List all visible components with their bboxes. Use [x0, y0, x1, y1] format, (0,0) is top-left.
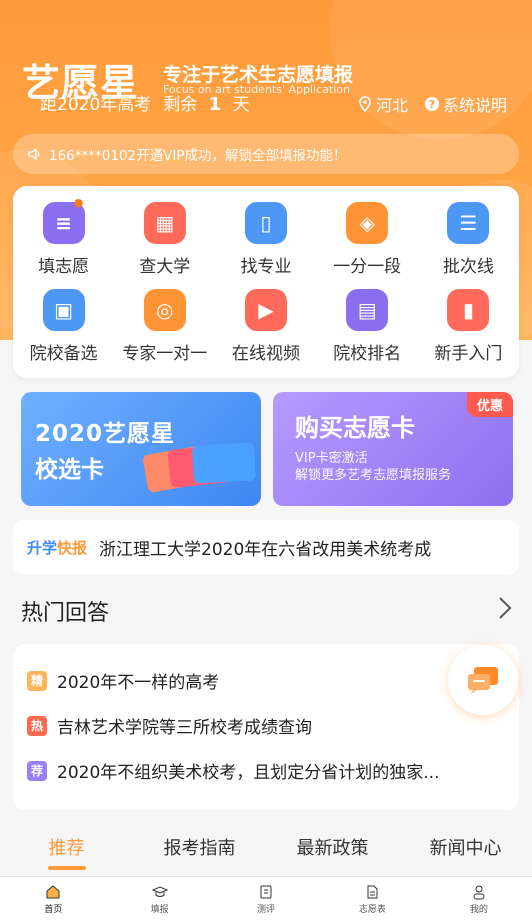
grid-item-label: 专家一对一 — [122, 344, 208, 364]
grid-item[interactable]: ◎ 专家一对一 — [114, 289, 215, 364]
fire-icon: ● — [73, 196, 84, 209]
user-icon — [473, 885, 485, 900]
location-selector[interactable]: 河北 — [358, 92, 408, 116]
countdown-remaining: 剩余 — [163, 95, 198, 115]
nav-label: 测评 — [257, 905, 276, 915]
grid-item[interactable]: ◈ 一分一段 — [317, 202, 418, 277]
grid-item-label: 查大学 — [139, 257, 191, 277]
question-icon: ? — [425, 97, 439, 111]
selection-card-banner[interactable]: 2020艺愿星 校选卡 — [21, 392, 261, 506]
qa-text: 2020年不组织美术校考，且划定分省计划的独家... — [57, 763, 440, 783]
person-card-icon: ▤ — [346, 289, 389, 331]
hot-answers-list: 精 2020年不一样的高考 热 吉林艺术学院等三所校考成绩查询 荐 2020年不… — [13, 644, 519, 810]
promo-badge: 优惠 — [466, 392, 513, 417]
grid-item[interactable]: ▣ 院校备选 — [13, 289, 114, 364]
nav-mine[interactable]: 我的 — [426, 877, 532, 922]
tab-policy[interactable]: 最新政策 — [266, 830, 399, 874]
nav-label: 填报 — [150, 905, 169, 915]
home-icon — [46, 885, 60, 899]
grid-item-label: 院校排名 — [333, 344, 402, 364]
list-item[interactable]: 热 吉林艺术学院等三所校考成绩查询 — [27, 713, 312, 738]
exam-countdown: 距2020年高考 剩余 1 天 — [40, 90, 250, 115]
location-pin-icon — [359, 96, 371, 112]
grid-item-label: 院校备选 — [29, 344, 98, 364]
video-icon: ▶ — [244, 289, 287, 331]
grid-item[interactable]: ▶ 在线视频 — [215, 289, 316, 364]
banner-left-line2: 校选卡 — [35, 457, 104, 483]
speaker-icon — [28, 147, 40, 161]
countdown-prefix: 距2020年高考 — [40, 95, 152, 115]
banner-right-line2: 解锁更多艺考志愿填报服务 — [295, 468, 452, 483]
book-icon: ▯ — [244, 202, 287, 244]
qa-badge: 精 — [27, 670, 47, 691]
banner-left-line1: 2020艺愿星 — [35, 421, 176, 447]
countdown-unit: 天 — [232, 95, 250, 115]
chevron-right-icon[interactable] — [498, 596, 512, 626]
phone-icon: ▮ — [447, 289, 490, 331]
tab-recommend[interactable]: 推荐 — [0, 830, 133, 874]
news-tag-b: 快报 — [57, 538, 88, 557]
qa-badge: 荐 — [27, 760, 47, 781]
bottom-nav: 首页 填报 测评 志愿表 我的 — [0, 876, 532, 922]
banner-right-title: 购买志愿卡 — [295, 414, 415, 442]
feature-grid: ≡ 填志愿 ● ▦ 查大学 ▯ 找专业 ◈ 一分一段 ☰ 批次线 ▣ 院校备选 ◎ 专家一对一 ▶ 在线视频 ▤ 院… — [13, 186, 519, 378]
nav-label: 志愿表 — [358, 905, 386, 915]
card-illustration — [192, 442, 256, 484]
notice-bar[interactable]: 166****0102开通VIP成功，解锁全部填报功能！ — [13, 134, 519, 174]
list-item[interactable]: 精 2020年不一样的高考 — [27, 668, 219, 693]
grid-item-label: 找专业 — [240, 257, 292, 277]
news-ticker[interactable]: 升学快报 浙江理工大学2020年在六省改用美术统考成 — [13, 520, 519, 574]
qa-text: 2020年不一样的高考 — [57, 673, 220, 693]
news-tag: 升学快报 — [27, 537, 87, 558]
form-icon — [367, 885, 378, 899]
chat-bubble-icon — [468, 667, 498, 694]
nav-home[interactable]: 首页 — [0, 877, 106, 922]
document-icon — [260, 885, 272, 899]
news-text: 浙江理工大学2020年在六省改用美术统考成 — [99, 539, 432, 560]
graduation-cap-icon — [151, 886, 168, 897]
nav-label: 首页 — [44, 905, 63, 915]
grid-item[interactable]: ≡ 填志愿 ● — [13, 196, 114, 277]
grid-item[interactable]: ▯ 找专业 — [215, 202, 316, 277]
chat-button[interactable] — [448, 645, 518, 715]
tab-news[interactable]: 新闻中心 — [399, 830, 532, 874]
qa-badge: 热 — [27, 715, 47, 736]
help-label: 系统说明 — [443, 96, 508, 115]
grid-item[interactable]: ▤ 院校排名 — [317, 289, 418, 364]
content-tabs: 推荐 报考指南 最新政策 新闻中心 — [0, 830, 532, 874]
nav-form[interactable]: 志愿表 — [319, 877, 425, 922]
grid-item-label: 新手入门 — [434, 344, 503, 364]
grid-item[interactable]: ▮ 新手入门 — [418, 289, 519, 364]
grid-item-label: 批次线 — [442, 257, 494, 277]
nav-label: 我的 — [469, 905, 488, 915]
notice-text: 166****0102开通VIP成功，解锁全部填报功能！ — [49, 148, 347, 164]
list-item[interactable]: 荐 2020年不组织美术校考，且划定分省计划的独家... — [27, 758, 439, 783]
grid-item-label: 填志愿 — [38, 257, 90, 277]
location-label: 河北 — [376, 96, 409, 115]
nav-apply[interactable]: 填报 — [106, 877, 212, 922]
grid-item-label: 一分一段 — [333, 257, 402, 277]
system-help[interactable]: ? 系统说明 — [425, 92, 507, 116]
headset-icon: ◎ — [143, 289, 186, 331]
bag-icon: ▣ — [42, 289, 85, 331]
grid-item[interactable]: ☰ 批次线 — [418, 202, 519, 277]
grid-item-label: 在线视频 — [231, 344, 300, 364]
buy-card-banner[interactable]: 购买志愿卡 VIP卡密激活 解锁更多艺考志愿填报服务 优惠 — [273, 392, 513, 506]
grid-item[interactable]: ▦ 查大学 — [114, 202, 215, 277]
tab-guide[interactable]: 报考指南 — [133, 830, 266, 874]
layers-icon: ◈ — [346, 202, 389, 244]
qa-text: 吉林艺术学院等三所校考成绩查询 — [57, 718, 312, 738]
list-icon: ☰ — [447, 202, 490, 244]
building-icon: ▦ — [143, 202, 186, 244]
countdown-days: 1 — [208, 94, 222, 115]
hot-answers-title: 热门回答 — [21, 601, 110, 626]
news-tag-a: 升学 — [27, 538, 58, 557]
nav-assess[interactable]: 测评 — [213, 877, 319, 922]
